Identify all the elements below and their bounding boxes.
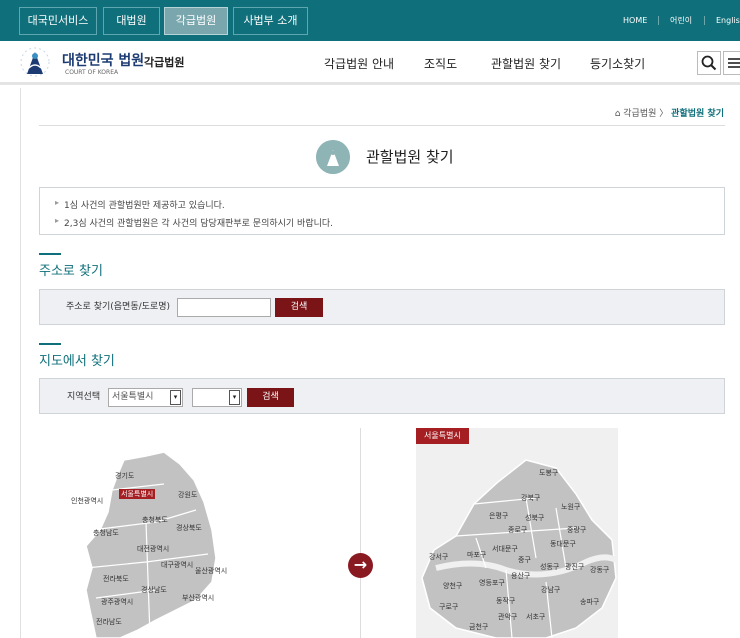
arrow-right-icon: → [348,553,373,578]
english-link[interactable]: English [716,0,740,41]
district-dongdaemun[interactable]: 동대문구 [550,539,576,549]
tab-supreme-court[interactable]: 대법원 [103,7,160,35]
breadcrumb-separator: 〉 [659,109,669,119]
breadcrumb-current: 관할법원 찾기 [671,109,724,119]
district-gangbuk[interactable]: 강북구 [521,493,540,503]
util-separator [658,16,659,25]
map-region-gwangju[interactable]: 광주광역시 [101,597,133,607]
chevron-down-icon: ▾ [170,390,181,405]
map-region-jeonbuk[interactable]: 전라북도 [103,574,129,584]
address-search-box: 주소로 찾기(읍면동/도로명) 검색 [39,289,725,325]
map-region-daejeon[interactable]: 대전광역시 [137,544,169,554]
address-search-label: 주소로 찾기(읍면동/도로명) [66,302,170,312]
district-jung[interactable]: 중구 [518,555,531,565]
map-region-busan[interactable]: 부산광역시 [182,593,214,603]
district-gwanak[interactable]: 관악구 [498,612,517,622]
district-gangseo[interactable]: 강서구 [429,552,448,562]
district-geumcheon[interactable]: 금천구 [469,622,488,632]
breadcrumb-divider [39,125,725,126]
map-search-button[interactable]: 검색 [247,388,294,407]
menu-button[interactable] [723,51,740,75]
map-region-chungbuk[interactable]: 충청북도 [142,515,168,525]
kids-link[interactable]: 어린이 [670,0,692,41]
map-search-box: 지역선택 서울특별시 ▾ ▾ 검색 [39,378,725,414]
court-emblem-icon [20,47,50,77]
section-accent [39,343,61,345]
notice-item: 2,3심 사건의 관할법원은 각 사건의 담당재판부로 문의하시기 바랍니다. [55,216,333,229]
district-guro[interactable]: 구로구 [439,602,458,612]
district-gangnam[interactable]: 강남구 [541,585,560,595]
map-region-seoul[interactable]: 서울특별시 [119,489,156,499]
tab-all-courts[interactable]: 각급법원 [164,7,228,35]
breadcrumb: ⌂ 각급법원 〉 관할법원 찾기 [615,106,724,119]
district-gwangjin[interactable]: 광진구 [565,562,584,572]
district-yongsan[interactable]: 용산구 [511,571,530,581]
logo-suffix: 각급법원 [144,56,185,69]
gnb-find-registry[interactable]: 등기소찾기 [590,55,645,72]
breadcrumb-home[interactable]: 각급법원 [623,109,656,119]
map-region-gangwon[interactable]: 강원도 [178,490,197,500]
district-mapo[interactable]: 마포구 [467,550,486,560]
region-select-2[interactable]: ▾ [192,388,242,407]
district-dobong[interactable]: 도봉구 [539,468,558,478]
district-eunpyeong[interactable]: 은평구 [489,511,508,521]
chevron-down-icon: ▾ [229,390,240,405]
district-jungnang[interactable]: 중랑구 [567,525,586,535]
map-region-jeonnam[interactable]: 전라남도 [96,617,122,627]
gnb-find-jurisdiction[interactable]: 관할법원 찾기 [491,55,561,72]
court-badge-icon [316,140,350,174]
map-region-incheon[interactable]: 인천광역시 [71,496,103,506]
map-divider [360,428,361,638]
home-link[interactable]: HOME [623,0,647,41]
home-icon: ⌂ [614,109,621,119]
district-yangcheon[interactable]: 양천구 [443,581,462,591]
logo-subtitle: COURT OF KOREA [65,69,119,76]
util-separator [704,16,705,25]
tab-public-service[interactable]: 대국민서비스 [19,7,97,35]
gnb-courts-guide[interactable]: 각급법원 안내 [324,55,394,72]
notice-box: 1심 사건의 관할법원만 제공하고 있습니다. 2,3심 사건의 관할법원은 각… [39,187,725,235]
address-section-title: 주소로 찾기 [39,264,103,279]
district-seongbuk[interactable]: 성북구 [525,513,544,523]
gnb-org-chart[interactable]: 조직도 [424,55,457,72]
map-region-ulsan[interactable]: 울산광역시 [195,566,227,576]
map-region-chungnam[interactable]: 충청남도 [93,528,119,538]
header: 대한민국 법원 COURT OF KOREA 각급법원 각급법원 안내 조직도 … [0,41,740,85]
district-nowon[interactable]: 노원구 [561,502,580,512]
address-search-button[interactable]: 검색 [275,298,323,317]
district-seodaemun[interactable]: 서대문구 [492,544,518,554]
logo-title[interactable]: 대한민국 법원 [62,50,144,70]
search-icon [701,55,717,71]
address-search-input[interactable] [177,298,271,317]
region-select-1[interactable]: 서울특별시 ▾ [108,388,183,407]
section-accent [39,253,61,255]
page-title: 관할법원 찾기 [366,148,454,166]
map-region-gyeongnam[interactable]: 경상남도 [141,585,167,595]
district-seocho[interactable]: 서초구 [526,612,545,622]
district-gangdong[interactable]: 강동구 [590,565,609,575]
top-bar: 대국민서비스 대법원 각급법원 사법부 소개 HOME 어린이 English [0,0,740,41]
tab-judiciary-intro[interactable]: 사법부 소개 [233,7,308,35]
map-region-gyeongbuk[interactable]: 경상북도 [176,523,202,533]
notice-item: 1심 사건의 관할법원만 제공하고 있습니다. [55,198,225,211]
district-dongjak[interactable]: 동작구 [496,596,515,606]
district-seongdong[interactable]: 성동구 [540,562,559,572]
seoul-tag: 서울특별시 [416,428,469,444]
map-region-gyeonggi[interactable]: 경기도 [115,471,134,481]
map-section-title: 지도에서 찾기 [39,354,115,369]
district-yeongdeungpo[interactable]: 영등포구 [479,578,505,588]
district-jongno[interactable]: 종로구 [508,525,527,535]
region-select-label: 지역선택 [67,392,101,402]
search-button[interactable] [697,51,721,75]
region-select-1-value: 서울특별시 [112,392,154,402]
hamburger-icon [728,58,740,68]
content-border [20,88,21,638]
district-songpa[interactable]: 송파구 [580,597,599,607]
map-region-daegu[interactable]: 대구광역시 [161,560,193,570]
